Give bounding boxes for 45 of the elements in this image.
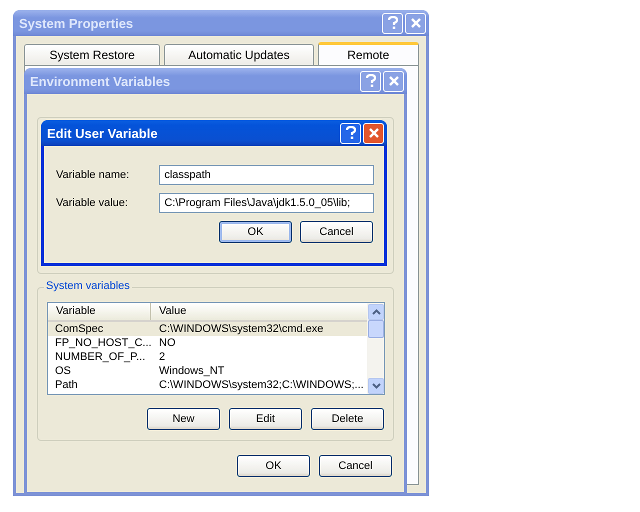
- tab[interactable]: Automatic Updates: [164, 44, 314, 65]
- dialog-button[interactable]: New: [147, 408, 220, 430]
- window-title: Environment Variables: [30, 74, 170, 88]
- scroll-up-icon[interactable]: [368, 304, 384, 320]
- variable-name: NUMBER_OF_P...: [54, 350, 146, 364]
- help-icon[interactable]: [382, 12, 403, 34]
- field-label: Variable value:: [56, 197, 129, 209]
- variable-value: C:\WINDOWS\system32;C:\WINDOWS;...: [158, 378, 364, 392]
- dialog-button[interactable]: Delete: [311, 408, 384, 430]
- column-header[interactable]: Value: [151, 303, 186, 320]
- scroll-thumb[interactable]: [368, 320, 384, 338]
- dialog-button[interactable]: Edit: [229, 408, 302, 430]
- variable-name: ComSpec: [54, 322, 104, 336]
- tab[interactable]: Remote: [318, 42, 420, 65]
- variable-value: 2: [158, 350, 166, 364]
- dialog-button[interactable]: Cancel: [319, 455, 392, 477]
- variable-name: OS: [54, 364, 72, 378]
- list-row[interactable]: NUMBER_OF_P... 2: [48, 350, 367, 364]
- help-icon[interactable]: [340, 122, 361, 144]
- close-icon[interactable]: [363, 122, 384, 144]
- input-field[interactable]: classpath: [159, 165, 374, 185]
- window-title: Edit User Variable: [47, 126, 158, 140]
- tab[interactable]: System Restore: [24, 44, 160, 65]
- list-row[interactable]: Path C:\WINDOWS\system32;C:\WINDOWS;...: [48, 378, 367, 392]
- dialog-button[interactable]: OK: [237, 455, 310, 477]
- window-title: System Properties: [19, 16, 134, 30]
- column-header[interactable]: Variable: [48, 303, 151, 320]
- variable-value: Windows_NT: [158, 364, 224, 378]
- variable-name: FP_NO_HOST_C...: [54, 336, 153, 350]
- close-icon[interactable]: [405, 12, 426, 34]
- scrollbar[interactable]: [367, 303, 384, 394]
- list-row[interactable]: FP_NO_HOST_C... NO: [48, 336, 367, 350]
- input-field[interactable]: C:\Program Files\Java\jdk1.5.0_05\lib;: [159, 193, 374, 213]
- dialog-button[interactable]: Cancel: [300, 221, 373, 243]
- close-icon[interactable]: [383, 70, 404, 92]
- variable-name: Path: [54, 378, 79, 392]
- help-icon[interactable]: [360, 70, 381, 92]
- dialog-button[interactable]: OK: [219, 221, 292, 243]
- variable-value: NO: [158, 336, 176, 350]
- group-label: System variables: [44, 280, 132, 292]
- list-row[interactable]: ComSpec C:\WINDOWS\system32\cmd.exe: [48, 322, 367, 336]
- field-label: Variable name:: [56, 169, 130, 181]
- scroll-down-icon[interactable]: [368, 378, 384, 394]
- variable-value: C:\WINDOWS\system32\cmd.exe: [158, 322, 324, 336]
- list-row[interactable]: OS Windows_NT: [48, 364, 367, 378]
